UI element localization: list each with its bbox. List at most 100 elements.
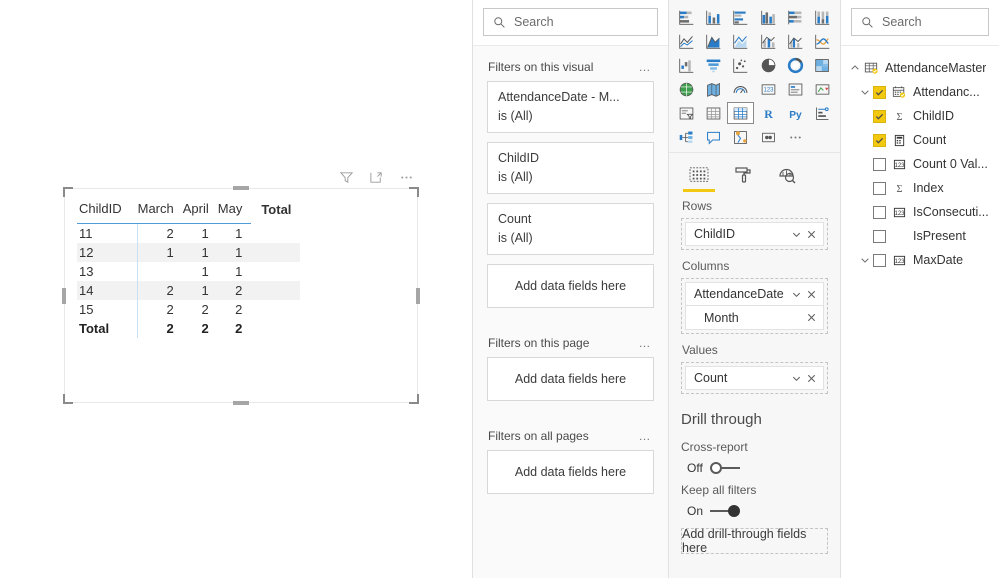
- stacked-bar-chart-icon[interactable]: [673, 6, 700, 28]
- filters-search-input[interactable]: Search: [483, 8, 658, 36]
- clustered-bar-chart-icon[interactable]: [727, 6, 754, 28]
- well-pill-attendancedate[interactable]: AttendanceDate: [685, 282, 824, 306]
- multi-row-card-icon[interactable]: [782, 78, 809, 100]
- field-checkbox[interactable]: [873, 85, 886, 99]
- chevron-down-icon[interactable]: [791, 289, 802, 300]
- table-row[interactable]: 11 2 1 1: [77, 223, 300, 243]
- field-checkbox[interactable]: [873, 229, 886, 243]
- filter-card-childid[interactable]: ChildID is (All): [487, 142, 654, 194]
- more-visuals-icon[interactable]: [782, 126, 809, 148]
- matrix-col-header[interactable]: May: [217, 198, 252, 224]
- resize-handle-bottom-right[interactable]: [409, 394, 419, 404]
- filters-visual-dropzone[interactable]: Add data fields here: [487, 264, 654, 308]
- resize-handle-bottom[interactable]: [233, 401, 249, 405]
- filter-card-count[interactable]: Count is (All): [487, 203, 654, 255]
- matrix-total-row[interactable]: Total 2 2 2: [77, 319, 300, 338]
- gauge-icon[interactable]: [727, 78, 754, 100]
- resize-handle-top-right[interactable]: [409, 187, 419, 197]
- matrix-visual-container[interactable]: ChildID March April May Total 11 2 1 1 1…: [62, 186, 420, 405]
- stacked-area-chart-icon[interactable]: [727, 30, 754, 52]
- matrix-table[interactable]: ChildID March April May Total 11 2 1 1 1…: [77, 198, 301, 338]
- format-tab[interactable]: [721, 159, 765, 191]
- scatter-chart-icon[interactable]: [727, 54, 754, 76]
- table-icon[interactable]: [700, 102, 727, 124]
- keep-all-filters-toggle-row[interactable]: On: [669, 497, 840, 518]
- field-node-ispresent[interactable]: IsPresent: [841, 224, 999, 248]
- area-chart-icon[interactable]: [700, 30, 727, 52]
- pie-chart-icon[interactable]: [754, 54, 781, 76]
- matrix-row-header[interactable]: ChildID: [77, 198, 138, 224]
- donut-chart-icon[interactable]: [782, 54, 809, 76]
- well-pill-childid[interactable]: ChildID: [685, 222, 824, 246]
- remove-field-icon[interactable]: [806, 312, 817, 323]
- remove-field-icon[interactable]: [806, 289, 817, 300]
- chevron-down-icon[interactable]: [857, 255, 873, 265]
- table-row[interactable]: 12 1 1 1: [77, 243, 301, 262]
- well-pill-count[interactable]: Count: [685, 366, 824, 390]
- focus-mode-icon[interactable]: [368, 169, 385, 186]
- table-row[interactable]: 14 2 1 2: [77, 281, 301, 300]
- field-node-count-0-val[interactable]: 123 Count 0 Val...: [841, 152, 999, 176]
- hundred-percent-stacked-bar-chart-icon[interactable]: [782, 6, 809, 28]
- clustered-column-chart-icon[interactable]: [754, 6, 781, 28]
- fields-tab[interactable]: [677, 159, 721, 192]
- filters-page-dropzone[interactable]: Add data fields here: [487, 357, 654, 401]
- resize-handle-top-left[interactable]: [63, 187, 73, 197]
- remove-field-icon[interactable]: [806, 373, 817, 384]
- key-influencers-icon[interactable]: [809, 102, 836, 124]
- chevron-down-icon[interactable]: [791, 229, 802, 240]
- ribbon-chart-icon[interactable]: [809, 30, 836, 52]
- field-checkbox[interactable]: [873, 253, 886, 267]
- stacked-column-chart-icon[interactable]: [700, 6, 727, 28]
- field-checkbox[interactable]: [873, 181, 886, 195]
- resize-handle-left[interactable]: [62, 287, 66, 304]
- cross-report-toggle[interactable]: [709, 462, 740, 474]
- field-checkbox[interactable]: [873, 157, 886, 171]
- matrix-icon[interactable]: [727, 102, 755, 124]
- field-checkbox[interactable]: [873, 109, 886, 123]
- paginated-report-icon[interactable]: [754, 126, 781, 148]
- remove-field-icon[interactable]: [806, 229, 817, 240]
- filled-map-icon[interactable]: [700, 78, 727, 100]
- chevron-down-icon[interactable]: [857, 87, 873, 97]
- hundred-percent-stacked-column-chart-icon[interactable]: [809, 6, 836, 28]
- filter-card-attendancedate[interactable]: AttendanceDate - M... is (All): [487, 81, 654, 133]
- matrix-col-header[interactable]: April: [182, 198, 218, 224]
- field-node-childid[interactable]: Σ ChildID: [841, 104, 999, 128]
- more-options-icon[interactable]: [398, 169, 415, 186]
- analytics-tab[interactable]: [765, 159, 809, 191]
- python-visual-icon[interactable]: Py: [782, 102, 809, 124]
- resize-handle-right[interactable]: [416, 287, 420, 304]
- q-and-a-icon[interactable]: [700, 126, 727, 148]
- columns-well[interactable]: AttendanceDate Month: [681, 278, 828, 334]
- cross-report-toggle-row[interactable]: Off: [669, 454, 840, 475]
- keep-all-filters-toggle[interactable]: [710, 505, 741, 517]
- chevron-down-icon[interactable]: [791, 373, 802, 384]
- matrix-col-header[interactable]: March: [137, 198, 183, 224]
- filters-allpages-dropzone[interactable]: Add data fields here: [487, 450, 654, 494]
- more-options-icon[interactable]: …: [639, 61, 653, 73]
- matrix-visual[interactable]: ChildID March April May Total 11 2 1 1 1…: [64, 188, 418, 403]
- table-row[interactable]: 15 2 2 2: [77, 300, 300, 319]
- drill-through-dropzone[interactable]: Add drill-through fields here: [681, 527, 828, 555]
- more-options-icon[interactable]: …: [639, 337, 653, 349]
- field-node-attendancemaster[interactable]: AttendanceMaster: [841, 56, 999, 80]
- chevron-up-icon[interactable]: [847, 63, 863, 73]
- resize-handle-bottom-left[interactable]: [63, 394, 73, 404]
- waterfall-chart-icon[interactable]: [673, 54, 700, 76]
- rows-well[interactable]: ChildID: [681, 218, 828, 250]
- field-checkbox[interactable]: [873, 133, 886, 147]
- r-script-visual-icon[interactable]: R: [754, 102, 781, 124]
- line-stacked-column-chart-icon[interactable]: [754, 30, 781, 52]
- field-node-maxdate[interactable]: 123 MaxDate: [841, 248, 999, 272]
- resize-handle-top[interactable]: [233, 186, 249, 190]
- slicer-icon[interactable]: [673, 102, 700, 124]
- filter-icon[interactable]: [338, 169, 355, 186]
- field-node-isconsecutive[interactable]: 123 IsConsecuti...: [841, 200, 999, 224]
- line-chart-icon[interactable]: [673, 30, 700, 52]
- map-icon[interactable]: [673, 78, 700, 100]
- matrix-total-header[interactable]: Total: [251, 198, 300, 224]
- fields-search-input[interactable]: Search: [851, 8, 989, 36]
- smart-narrative-icon[interactable]: [727, 126, 754, 148]
- field-node-index[interactable]: Σ Index: [841, 176, 999, 200]
